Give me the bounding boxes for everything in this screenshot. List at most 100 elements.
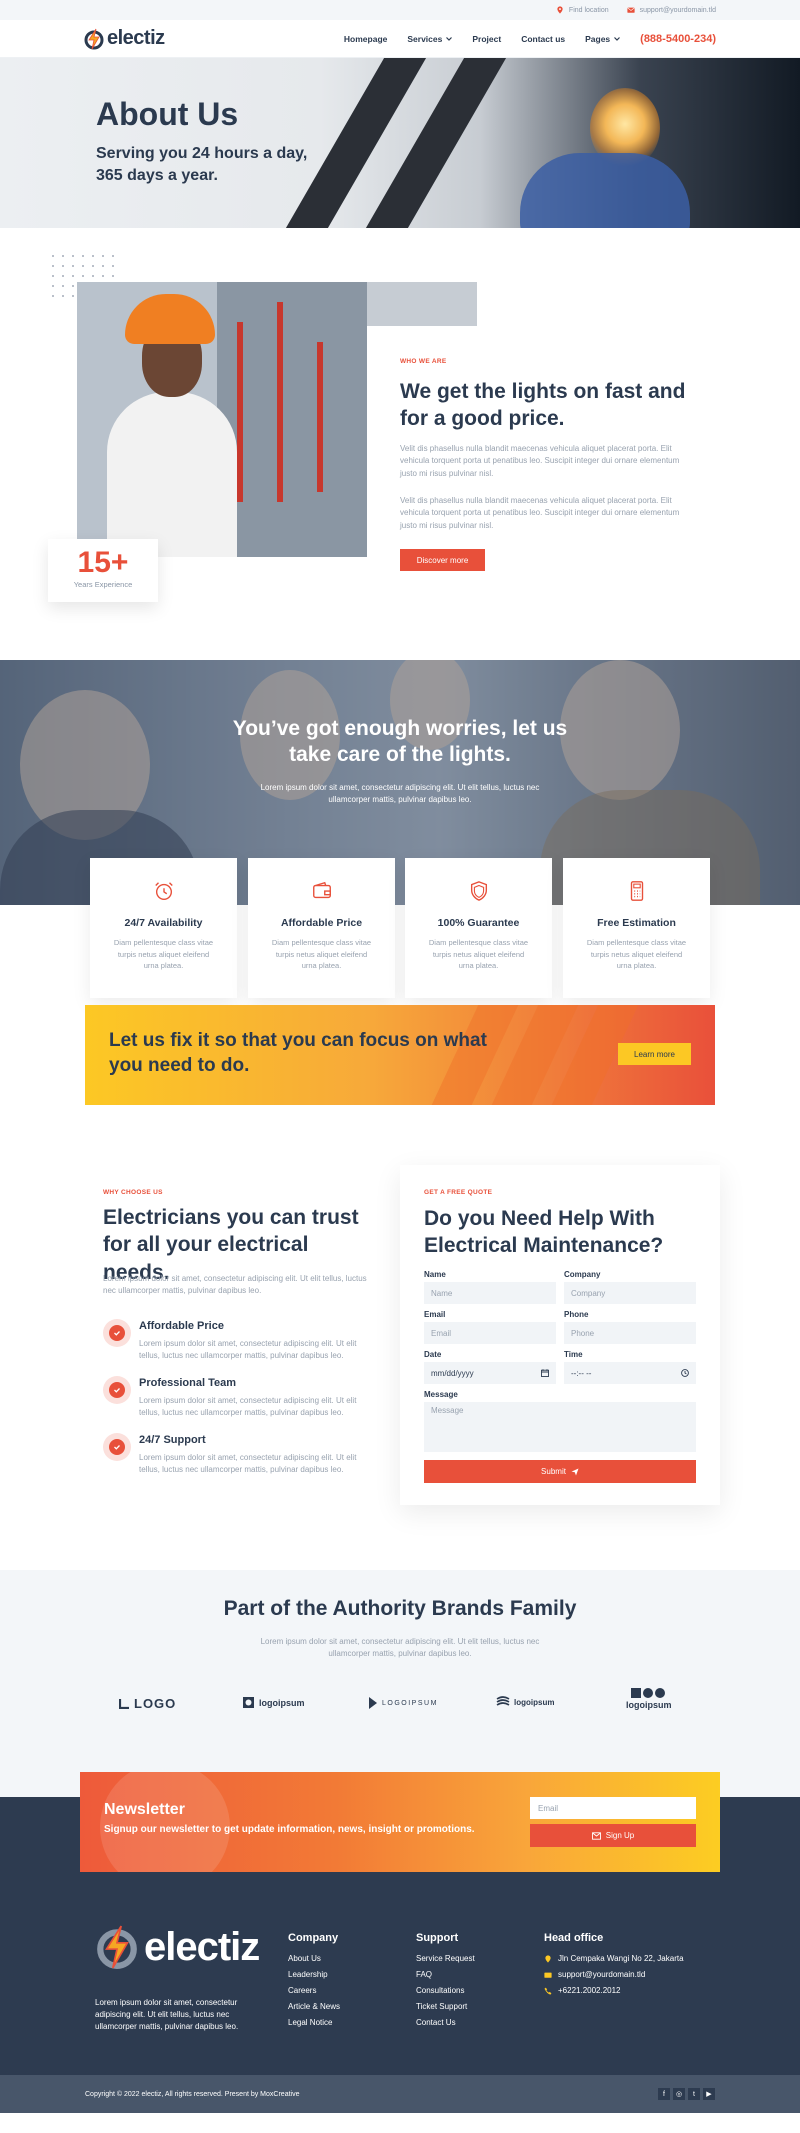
company-group: Company Company xyxy=(564,1270,696,1304)
footer-link[interactable]: Legal Notice xyxy=(288,2018,340,2027)
time-field[interactable]: --:-- -- xyxy=(564,1362,696,1384)
instagram-icon[interactable]: ◎ xyxy=(673,2088,685,2100)
date-field[interactable]: mm/dd/yyyy xyxy=(424,1362,556,1384)
map-pin-icon xyxy=(545,1954,551,1963)
nav-contact[interactable]: Contact us xyxy=(521,34,565,44)
site-logo[interactable]: electiz xyxy=(84,27,165,50)
banner-title: Let us fix it so that you can focus on w… xyxy=(109,1030,487,1076)
footer-column-title: Head office xyxy=(544,1932,604,1944)
newsletter-text: Signup our newsletter to get update info… xyxy=(104,1824,475,1835)
company-field[interactable]: Company xyxy=(564,1282,696,1304)
message-label: Message xyxy=(424,1390,458,1399)
date-value: mm/dd/yyyy xyxy=(431,1368,474,1378)
footer-logo-text: electiz xyxy=(144,1924,260,1969)
email-link[interactable]: support@yourdomain.tld xyxy=(627,6,716,14)
gloved-hand-image xyxy=(520,153,690,228)
logo-text: electiz xyxy=(107,27,165,49)
footer-link[interactable]: Leadership xyxy=(288,1970,340,1979)
map-pin-icon xyxy=(557,6,563,14)
footer-office-column: Head office Jln Cempaka Wangi No 22, Jak… xyxy=(544,1932,684,2002)
footer-email[interactable]: support@yourdomain.tld xyxy=(544,1970,684,1979)
footer-column-title: Company xyxy=(288,1932,339,1944)
footer-logo[interactable]: electiz xyxy=(95,1924,260,1970)
envelope-icon xyxy=(544,1972,552,1978)
discover-more-button[interactable]: Discover more xyxy=(400,549,485,571)
message-field[interactable]: Message xyxy=(424,1402,696,1452)
send-icon xyxy=(571,1468,579,1475)
footer-link[interactable]: About Us xyxy=(288,1954,340,1963)
reason-text: Lorem ipsum dolor sit amet, consectetur … xyxy=(139,1396,357,1417)
experience-label: Years Experience xyxy=(73,580,133,589)
worries-title: You’ve got enough worries, let us take ca… xyxy=(0,716,800,769)
footer-link[interactable]: Service Request xyxy=(416,1954,475,1963)
brand-name: logoipsum xyxy=(259,1697,305,1708)
phone-field[interactable]: Phone xyxy=(564,1322,696,1344)
reason-text: Lorem ipsum dolor sit amet, consectetur … xyxy=(139,1339,357,1360)
calculator-icon xyxy=(630,881,643,901)
feature-card: 100% Guarantee Diam pellentesque class v… xyxy=(405,858,552,998)
phone-icon xyxy=(544,1987,552,1995)
name-group: Name Name xyxy=(424,1270,556,1304)
youtube-icon[interactable]: ▶ xyxy=(703,2088,715,2100)
about-paragraph: Velit dis phasellus nulla blandit maecen… xyxy=(400,444,680,478)
email-text: support@yourdomain.tld xyxy=(639,6,716,14)
page-title: About Us xyxy=(96,96,239,132)
footer-phone-text: +6221.2002.2012 xyxy=(558,1986,621,1995)
name-field[interactable]: Name xyxy=(424,1282,556,1304)
footer-link[interactable]: Contact Us xyxy=(416,2018,475,2027)
page-hero: About Us Serving you 24 hours a day, 365 … xyxy=(0,58,800,228)
brand-name: LOGOIPSUM xyxy=(382,1699,438,1707)
nav-homepage[interactable]: Homepage xyxy=(344,34,387,44)
sign-up-button[interactable]: Sign Up xyxy=(530,1824,696,1847)
site-header: electiz Homepage Services Project Contac… xyxy=(0,20,800,58)
feature-card: Free Estimation Diam pellentesque class … xyxy=(563,858,710,998)
clock-icon xyxy=(681,1369,689,1377)
nav-pages[interactable]: Pages xyxy=(585,34,621,44)
newsletter-title: Newsletter xyxy=(104,1801,185,1818)
check-icon xyxy=(103,1433,131,1461)
shield-icon xyxy=(470,881,487,901)
time-label: Time xyxy=(564,1350,583,1359)
brand-mark-icon xyxy=(496,1696,510,1706)
worries-title-line1: You’ve got enough worries, let us xyxy=(232,717,568,740)
feature-text: Diam pellentesque class vitae turpis net… xyxy=(428,938,529,971)
feature-text: Diam pellentesque class vitae turpis net… xyxy=(271,938,372,971)
envelope-icon xyxy=(627,7,635,13)
feature-text: Diam pellentesque class vitae turpis net… xyxy=(586,938,687,971)
submit-label: Submit xyxy=(541,1467,566,1476)
footer-link[interactable]: Ticket Support xyxy=(416,2002,475,2011)
footer-email-text: support@yourdomain.tld xyxy=(558,1970,646,1979)
footer-link[interactable]: Careers xyxy=(288,1986,340,1995)
submit-button[interactable]: Submit xyxy=(424,1460,696,1483)
feature-text: Diam pellentesque class vitae turpis net… xyxy=(113,938,214,971)
location-link[interactable]: Find location xyxy=(556,6,609,14)
email-field[interactable]: Email xyxy=(424,1322,556,1344)
newsletter-email-input[interactable]: Email xyxy=(530,1797,696,1819)
newsletter-box: Newsletter Signup our newsletter to get … xyxy=(80,1772,720,1872)
facebook-icon[interactable]: f xyxy=(658,2088,670,2100)
experience-number: 15+ xyxy=(77,546,129,579)
check-icon xyxy=(103,1376,131,1404)
message-group: Message Message xyxy=(424,1390,696,1452)
name-label: Name xyxy=(424,1270,446,1279)
worries-text: Lorem ipsum dolor sit amet, consectetur … xyxy=(260,783,540,804)
footer-link[interactable]: Consultations xyxy=(416,1986,475,1995)
nav-project[interactable]: Project xyxy=(472,34,501,44)
footer-link[interactable]: Article & News xyxy=(288,2002,340,2011)
quote-eyebrow: GET A FREE QUOTE xyxy=(424,1189,493,1196)
main-nav: Homepage Services Project Contact us Pag… xyxy=(344,33,716,45)
learn-more-button[interactable]: Learn more xyxy=(618,1043,691,1065)
brand-name: logoipsum xyxy=(514,1697,555,1707)
brand-logo: logoipsum xyxy=(626,1688,672,1710)
twitter-icon[interactable]: t xyxy=(688,2088,700,2100)
alarm-clock-icon xyxy=(154,882,173,900)
nav-services[interactable]: Services xyxy=(407,34,453,44)
brands-section: Part of the Authority Brands Family Lore… xyxy=(0,1570,800,1797)
brands-text: Lorem ipsum dolor sit amet, consectetur … xyxy=(260,1637,540,1658)
footer-link[interactable]: FAQ xyxy=(416,1970,475,1979)
time-value: --:-- -- xyxy=(571,1368,592,1378)
choose-eyebrow: WHY CHOOSE US xyxy=(103,1189,163,1196)
footer-phone[interactable]: +6221.2002.2012 xyxy=(544,1986,684,1995)
header-phone[interactable]: (888-5400-234) xyxy=(640,33,716,45)
top-bar: Find location support@yourdomain.tld xyxy=(0,0,800,20)
